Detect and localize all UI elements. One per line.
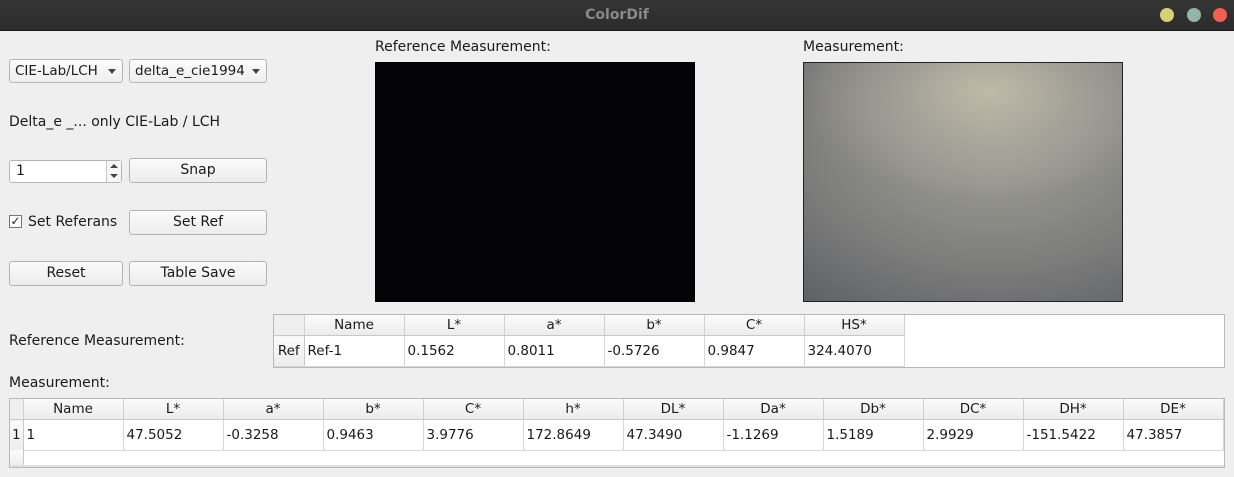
chevron-down-icon — [252, 69, 260, 74]
column-header[interactable]: Db* — [823, 399, 924, 420]
delta-e-combo-value: delta_e_cie1994 — [135, 63, 245, 79]
table-cell[interactable]: 2.9929 — [923, 419, 1024, 451]
table-corner[interactable] — [274, 315, 305, 336]
spinbox-arrows[interactable] — [106, 161, 121, 182]
column-header[interactable]: HS* — [804, 315, 905, 336]
column-header[interactable]: DL* — [623, 399, 724, 420]
column-header[interactable]: a* — [223, 399, 324, 420]
snap-count-spinbox[interactable]: 1 — [9, 160, 122, 183]
horizontal-scrollbar[interactable] — [10, 465, 1224, 467]
measurement-image-view — [803, 62, 1123, 302]
column-header[interactable]: C* — [704, 315, 805, 336]
column-header[interactable]: h* — [523, 399, 624, 420]
column-header[interactable]: L* — [123, 399, 224, 420]
table-cell[interactable]: -0.3258 — [223, 419, 324, 451]
table-cell[interactable]: 47.3490 — [623, 419, 724, 451]
table-cell[interactable]: -151.5422 — [1023, 419, 1124, 451]
column-header[interactable]: b* — [323, 399, 424, 420]
reference-header-row: Name L* a* b* C* HS* — [274, 315, 905, 336]
reference-grid: Name L* a* b* C* HS* Ref Ref-1 0.1562 0.… — [274, 315, 905, 367]
table-row[interactable]: 1 1 47.5052 -0.3258 0.9463 3.9776 172.86… — [10, 419, 1224, 451]
reset-button[interactable]: Reset — [9, 261, 123, 286]
measurement-header-row: Name L* a* b* C* h* DL* Da* Db* DC* DH* … — [10, 399, 1224, 420]
table-cell[interactable]: 1 — [23, 419, 124, 451]
measurement-grid: Name L* a* b* C* h* DL* Da* Db* DC* DH* … — [10, 399, 1224, 451]
window-title: ColorDif — [585, 7, 649, 23]
reference-image-view — [375, 62, 695, 302]
table-cell[interactable]: 0.9847 — [704, 335, 805, 367]
table-row[interactable]: Ref Ref-1 0.1562 0.8011 -0.5726 0.9847 3… — [274, 335, 905, 367]
row-header[interactable]: Ref — [274, 335, 305, 367]
column-header[interactable]: Name — [23, 399, 124, 420]
table-cell[interactable]: 47.3857 — [1123, 419, 1224, 451]
row-header[interactable]: 1 — [10, 419, 24, 451]
minimize-button[interactable] — [1160, 8, 1174, 22]
set-referans-checkbox[interactable]: ✓ — [9, 215, 22, 228]
maximize-button[interactable] — [1187, 8, 1201, 22]
spinbox-value: 1 — [16, 163, 25, 179]
column-header[interactable]: a* — [504, 315, 605, 336]
column-header[interactable]: L* — [404, 315, 505, 336]
table-cell[interactable]: 0.1562 — [404, 335, 505, 367]
chevron-down-icon — [108, 69, 116, 74]
reference-table-label: Reference Measurement: — [9, 333, 185, 349]
table-cell[interactable]: 0.9463 — [323, 419, 424, 451]
table-save-button[interactable]: Table Save — [129, 261, 267, 286]
spin-up-icon[interactable] — [110, 164, 118, 168]
table-cell[interactable]: -1.1269 — [723, 419, 824, 451]
close-button[interactable] — [1213, 8, 1227, 22]
table-cell[interactable]: -0.5726 — [604, 335, 705, 367]
colorspace-combo[interactable]: CIE-Lab/LCH — [9, 59, 123, 83]
reference-table[interactable]: Name L* a* b* C* HS* Ref Ref-1 0.1562 0.… — [273, 314, 1225, 368]
spin-down-icon[interactable] — [110, 174, 118, 178]
set-ref-button[interactable]: Set Ref — [129, 210, 267, 235]
measurement-view-label: Measurement: — [803, 39, 904, 55]
table-cell[interactable]: 3.9776 — [423, 419, 524, 451]
set-referans-label: Set Referans — [28, 214, 118, 230]
table-cell[interactable]: 0.8011 — [504, 335, 605, 367]
column-header[interactable]: DC* — [923, 399, 1024, 420]
table-cell[interactable]: 172.8649 — [523, 419, 624, 451]
column-header[interactable]: DE* — [1123, 399, 1224, 420]
title-bar: ColorDif — [0, 0, 1234, 31]
snap-button[interactable]: Snap — [129, 158, 267, 183]
reference-view-label: Reference Measurement: — [375, 39, 551, 55]
delta-e-combo[interactable]: delta_e_cie1994 — [129, 59, 267, 83]
colorspace-combo-value: CIE-Lab/LCH — [15, 63, 98, 79]
measurement-table-label: Measurement: — [9, 375, 110, 391]
column-header[interactable]: C* — [423, 399, 524, 420]
table-cell[interactable]: 1.5189 — [823, 419, 924, 451]
measurement-table[interactable]: Name L* a* b* C* h* DL* Da* Db* DC* DH* … — [9, 398, 1225, 468]
column-header[interactable]: Name — [304, 315, 405, 336]
delta-e-note: Delta_e _... only CIE-Lab / LCH — [9, 114, 221, 130]
column-header[interactable]: DH* — [1023, 399, 1124, 420]
column-header[interactable]: Da* — [723, 399, 824, 420]
column-header[interactable]: b* — [604, 315, 705, 336]
table-cell[interactable]: 324.4070 — [804, 335, 905, 367]
table-cell[interactable]: Ref-1 — [304, 335, 405, 367]
table-cell[interactable]: 47.5052 — [123, 419, 224, 451]
table-corner[interactable] — [10, 399, 24, 420]
